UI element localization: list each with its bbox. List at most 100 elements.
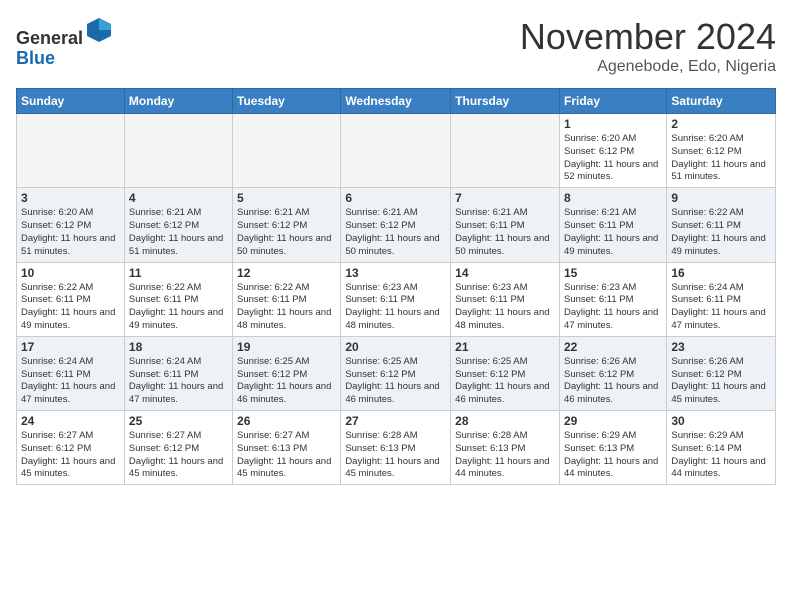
day-number: 25 bbox=[129, 414, 228, 428]
day-info: Sunrise: 6:25 AM Sunset: 6:12 PM Dayligh… bbox=[237, 356, 336, 407]
day-cell: 16 Sunrise: 6:24 AM Sunset: 6:11 PM Dayli… bbox=[667, 262, 776, 336]
day-cell bbox=[124, 114, 232, 188]
day-number: 6 bbox=[345, 191, 446, 205]
day-info: Sunrise: 6:27 AM Sunset: 6:12 PM Dayligh… bbox=[129, 430, 228, 481]
day-number: 20 bbox=[345, 340, 446, 354]
day-number: 7 bbox=[455, 191, 555, 205]
week-row-3: 10 Sunrise: 6:22 AM Sunset: 6:11 PM Dayli… bbox=[17, 262, 776, 336]
day-info: Sunrise: 6:21 AM Sunset: 6:11 PM Dayligh… bbox=[564, 207, 662, 258]
day-cell: 24 Sunrise: 6:27 AM Sunset: 6:12 PM Dayli… bbox=[17, 411, 125, 485]
day-info: Sunrise: 6:23 AM Sunset: 6:11 PM Dayligh… bbox=[455, 282, 555, 333]
day-info: Sunrise: 6:22 AM Sunset: 6:11 PM Dayligh… bbox=[21, 282, 120, 333]
day-info: Sunrise: 6:24 AM Sunset: 6:11 PM Dayligh… bbox=[21, 356, 120, 407]
weekday-tuesday: Tuesday bbox=[233, 89, 341, 114]
day-number: 16 bbox=[671, 266, 771, 280]
day-cell: 8 Sunrise: 6:21 AM Sunset: 6:11 PM Daylig… bbox=[559, 188, 666, 262]
day-number: 13 bbox=[345, 266, 446, 280]
week-row-2: 3Sunrise: 6:20 AM Sunset: 6:12 PM Daylig… bbox=[17, 188, 776, 262]
day-cell: 23 Sunrise: 6:26 AM Sunset: 6:12 PM Dayli… bbox=[667, 336, 776, 410]
day-number: 19 bbox=[237, 340, 336, 354]
day-cell: 14 Sunrise: 6:23 AM Sunset: 6:11 PM Dayli… bbox=[451, 262, 560, 336]
day-number: 14 bbox=[455, 266, 555, 280]
week-row-4: 17 Sunrise: 6:24 AM Sunset: 6:11 PM Dayli… bbox=[17, 336, 776, 410]
week-row-5: 24 Sunrise: 6:27 AM Sunset: 6:12 PM Dayli… bbox=[17, 411, 776, 485]
logo-blue: Blue bbox=[16, 48, 55, 68]
day-cell: 21 Sunrise: 6:25 AM Sunset: 6:12 PM Dayli… bbox=[451, 336, 560, 410]
day-cell bbox=[17, 114, 125, 188]
day-info: Sunrise: 6:28 AM Sunset: 6:13 PM Dayligh… bbox=[345, 430, 446, 481]
day-number: 8 bbox=[564, 191, 662, 205]
day-info: Sunrise: 6:24 AM Sunset: 6:11 PM Dayligh… bbox=[671, 282, 771, 333]
month-title: November 2024 bbox=[520, 16, 776, 58]
logo-icon bbox=[85, 16, 113, 44]
day-cell: 25 Sunrise: 6:27 AM Sunset: 6:12 PM Dayli… bbox=[124, 411, 232, 485]
day-cell: 19 Sunrise: 6:25 AM Sunset: 6:12 PM Dayli… bbox=[233, 336, 341, 410]
day-cell: 6Sunrise: 6:21 AM Sunset: 6:12 PM Daylig… bbox=[341, 188, 451, 262]
day-cell: 9Sunrise: 6:22 AM Sunset: 6:11 PM Daylig… bbox=[667, 188, 776, 262]
day-number: 23 bbox=[671, 340, 771, 354]
weekday-sunday: Sunday bbox=[17, 89, 125, 114]
week-row-1: 1 Sunrise: 6:20 AM Sunset: 6:12 PM Daylig… bbox=[17, 114, 776, 188]
weekday-monday: Monday bbox=[124, 89, 232, 114]
day-cell: 22 Sunrise: 6:26 AM Sunset: 6:12 PM Dayli… bbox=[559, 336, 666, 410]
logo-text: General Blue bbox=[16, 16, 113, 69]
logo: General Blue bbox=[16, 16, 113, 69]
day-cell: 3Sunrise: 6:20 AM Sunset: 6:12 PM Daylig… bbox=[17, 188, 125, 262]
day-cell: 15Sunrise: 6:23 AM Sunset: 6:11 PM Dayli… bbox=[559, 262, 666, 336]
day-cell: 18 Sunrise: 6:24 AM Sunset: 6:11 PM Dayli… bbox=[124, 336, 232, 410]
day-cell bbox=[451, 114, 560, 188]
day-number: 1 bbox=[564, 117, 662, 131]
header: General Blue November 2024 Agenebode, Ed… bbox=[16, 16, 776, 76]
day-cell: 4 Sunrise: 6:21 AM Sunset: 6:12 PM Daylig… bbox=[124, 188, 232, 262]
day-number: 28 bbox=[455, 414, 555, 428]
day-info: Sunrise: 6:23 AM Sunset: 6:11 PM Dayligh… bbox=[564, 282, 662, 333]
day-number: 26 bbox=[237, 414, 336, 428]
day-number: 5 bbox=[237, 191, 336, 205]
day-number: 24 bbox=[21, 414, 120, 428]
day-info: Sunrise: 6:29 AM Sunset: 6:14 PM Dayligh… bbox=[671, 430, 771, 481]
weekday-saturday: Saturday bbox=[667, 89, 776, 114]
title-block: November 2024 Agenebode, Edo, Nigeria bbox=[520, 16, 776, 76]
day-info: Sunrise: 6:20 AM Sunset: 6:12 PM Dayligh… bbox=[564, 133, 662, 184]
day-info: Sunrise: 6:22 AM Sunset: 6:11 PM Dayligh… bbox=[237, 282, 336, 333]
day-number: 18 bbox=[129, 340, 228, 354]
calendar: SundayMondayTuesdayWednesdayThursdayFrid… bbox=[16, 88, 776, 485]
day-number: 27 bbox=[345, 414, 446, 428]
weekday-header-row: SundayMondayTuesdayWednesdayThursdayFrid… bbox=[17, 89, 776, 114]
day-cell: 5Sunrise: 6:21 AM Sunset: 6:12 PM Daylig… bbox=[233, 188, 341, 262]
logo-general: General bbox=[16, 28, 83, 48]
day-info: Sunrise: 6:27 AM Sunset: 6:13 PM Dayligh… bbox=[237, 430, 336, 481]
day-number: 22 bbox=[564, 340, 662, 354]
day-info: Sunrise: 6:24 AM Sunset: 6:11 PM Dayligh… bbox=[129, 356, 228, 407]
page: General Blue November 2024 Agenebode, Ed… bbox=[0, 0, 792, 501]
day-info: Sunrise: 6:25 AM Sunset: 6:12 PM Dayligh… bbox=[455, 356, 555, 407]
day-cell: 27 Sunrise: 6:28 AM Sunset: 6:13 PM Dayli… bbox=[341, 411, 451, 485]
day-info: Sunrise: 6:21 AM Sunset: 6:12 PM Dayligh… bbox=[129, 207, 228, 258]
day-number: 10 bbox=[21, 266, 120, 280]
day-cell: 7Sunrise: 6:21 AM Sunset: 6:11 PM Daylig… bbox=[451, 188, 560, 262]
day-cell bbox=[233, 114, 341, 188]
day-cell: 2Sunrise: 6:20 AM Sunset: 6:12 PM Daylig… bbox=[667, 114, 776, 188]
day-number: 21 bbox=[455, 340, 555, 354]
day-info: Sunrise: 6:22 AM Sunset: 6:11 PM Dayligh… bbox=[129, 282, 228, 333]
day-number: 30 bbox=[671, 414, 771, 428]
day-cell: 12 Sunrise: 6:22 AM Sunset: 6:11 PM Dayli… bbox=[233, 262, 341, 336]
day-number: 17 bbox=[21, 340, 120, 354]
day-cell: 28Sunrise: 6:28 AM Sunset: 6:13 PM Dayli… bbox=[451, 411, 560, 485]
day-cell: 26 Sunrise: 6:27 AM Sunset: 6:13 PM Dayli… bbox=[233, 411, 341, 485]
day-info: Sunrise: 6:26 AM Sunset: 6:12 PM Dayligh… bbox=[564, 356, 662, 407]
day-cell: 30 Sunrise: 6:29 AM Sunset: 6:14 PM Dayli… bbox=[667, 411, 776, 485]
day-cell: 10 Sunrise: 6:22 AM Sunset: 6:11 PM Dayli… bbox=[17, 262, 125, 336]
day-info: Sunrise: 6:23 AM Sunset: 6:11 PM Dayligh… bbox=[345, 282, 446, 333]
day-info: Sunrise: 6:22 AM Sunset: 6:11 PM Dayligh… bbox=[671, 207, 771, 258]
day-number: 4 bbox=[129, 191, 228, 205]
day-number: 2 bbox=[671, 117, 771, 131]
day-cell bbox=[341, 114, 451, 188]
day-info: Sunrise: 6:27 AM Sunset: 6:12 PM Dayligh… bbox=[21, 430, 120, 481]
weekday-friday: Friday bbox=[559, 89, 666, 114]
location: Agenebode, Edo, Nigeria bbox=[520, 58, 776, 76]
day-number: 29 bbox=[564, 414, 662, 428]
day-info: Sunrise: 6:26 AM Sunset: 6:12 PM Dayligh… bbox=[671, 356, 771, 407]
day-number: 12 bbox=[237, 266, 336, 280]
day-info: Sunrise: 6:29 AM Sunset: 6:13 PM Dayligh… bbox=[564, 430, 662, 481]
